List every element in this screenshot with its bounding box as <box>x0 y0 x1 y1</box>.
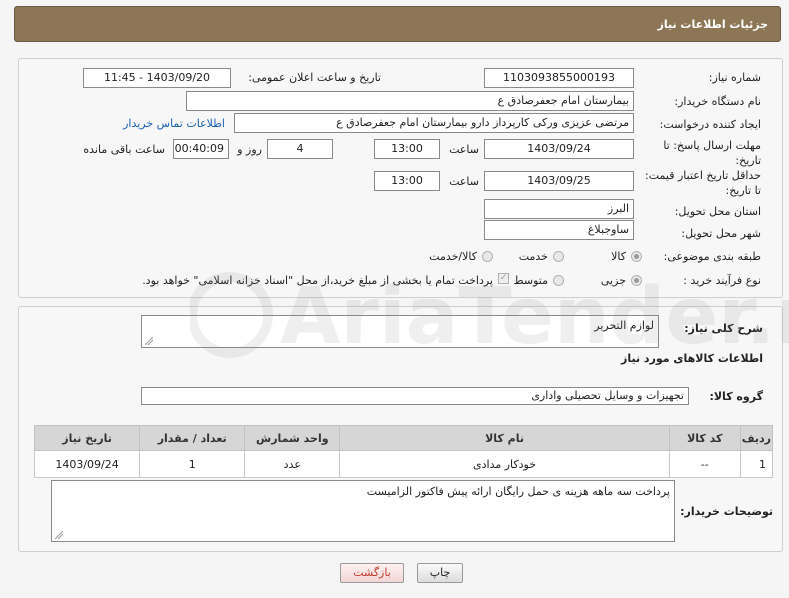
days-label: روز و <box>237 143 262 156</box>
need-number-label: شماره نیاز: <box>708 71 761 84</box>
cell-quantity: 1 <box>139 450 246 478</box>
col-goods-code: کد کالا <box>668 425 741 451</box>
remaining-time-label: ساعت باقی مانده <box>83 143 165 156</box>
price-date-field: 1403/09/25 <box>484 171 634 191</box>
goods-table-header: ردیف کد کالا نام کالا واحد شمارش تعداد /… <box>33 425 774 451</box>
purchase-radio-medium[interactable] <box>553 275 564 286</box>
col-need-date: تاریخ نیاز <box>33 425 141 451</box>
cell-need-date: 1403/09/24 <box>33 450 141 478</box>
cell-unit: عدد <box>244 450 341 478</box>
summary-label: شرح کلی نیاز: <box>684 322 763 335</box>
category-radio-goods[interactable] <box>631 251 642 262</box>
need-number-field: 1103093855000193 <box>484 68 634 88</box>
print-button[interactable]: چاپ <box>417 563 463 583</box>
category-label: طبقه بندی موضوعی: <box>663 250 761 263</box>
purchase-option-medium: متوسط <box>513 274 548 287</box>
category-option-goods-service: کالا/خدمت <box>429 250 477 263</box>
treasury-payment-checkbox[interactable]: ✓ <box>498 273 509 284</box>
col-quantity: تعداد / مقدار <box>139 425 246 451</box>
table-row: 1 -- خودکار مدادی عدد 1 1403/09/24 <box>33 450 774 478</box>
category-option-service: خدمت <box>518 250 548 263</box>
col-goods-name: نام کالا <box>339 425 670 451</box>
reply-date-field: 1403/09/24 <box>484 139 634 159</box>
goods-group-field: تجهیزات و وسایل تحصیلی واداری <box>141 387 689 405</box>
resize-grip-icon[interactable] <box>145 337 153 345</box>
resize-grip-icon[interactable] <box>55 531 63 539</box>
requester-label: ایجاد کننده درخواست: <box>659 118 761 131</box>
buyer-notes-field: پرداخت سه ماهه هزینه ی حمل رایگان ارائه … <box>51 480 675 542</box>
city-field: ساوجبلاغ <box>484 220 634 240</box>
purchase-option-minor: جزیی <box>600 274 626 287</box>
buyer-contact-link[interactable]: اطلاعات تماس خریدار <box>123 117 225 130</box>
goods-table: ردیف کد کالا نام کالا واحد شمارش تعداد /… <box>33 425 774 478</box>
announce-datetime-field: 1403/09/20 - 11:45 <box>83 68 231 88</box>
remaining-time-field: 00:40:09 <box>173 139 229 159</box>
col-unit: واحد شمارش <box>244 425 341 451</box>
reply-deadline-label: مهلت ارسال پاسخ: تا تاریخ: <box>663 139 761 167</box>
price-validity-label: حداقل تاریخ اعتبار قیمت: تا تاریخ: <box>645 169 761 197</box>
page-title: جزئیات اطلاعات نیاز <box>657 18 769 31</box>
buyer-notes-value: پرداخت سه ماهه هزینه ی حمل رایگان ارائه … <box>366 485 670 498</box>
purchase-radio-minor[interactable] <box>631 275 642 286</box>
cell-goods-name: خودکار مدادی <box>339 450 670 478</box>
cell-goods-code: -- <box>668 450 741 478</box>
remaining-days-field: 4 <box>267 139 333 159</box>
payment-note: پرداخت تمام یا بخشی از مبلغ خرید،از محل … <box>142 274 493 287</box>
category-option-goods: کالا <box>611 250 626 263</box>
cell-row-number: 1 <box>739 450 774 478</box>
purchase-type-label: نوع فرآیند خرید : <box>683 274 761 287</box>
requester-field: مرتضی عزیزی ورکی کارپرداز دارو بیمارستان… <box>234 113 634 133</box>
reply-time-label: ساعت <box>449 143 479 156</box>
category-radio-goods-service[interactable] <box>482 251 493 262</box>
price-time-field: 13:00 <box>374 171 440 191</box>
city-label: شهر محل تحویل: <box>681 227 761 240</box>
goods-info-title: اطلاعات کالاهای مورد نیاز <box>621 352 763 365</box>
buyer-org-label: نام دستگاه خریدار: <box>674 95 761 108</box>
announce-datetime-label: تاریخ و ساعت اعلان عمومی: <box>248 71 381 84</box>
summary-value: لوازم التحریر <box>594 319 654 332</box>
col-row-number: ردیف <box>739 425 774 451</box>
buyer-notes-label: توضیحات خریدار: <box>680 505 773 518</box>
buyer-org-field: بیمارستان امام جعفرصادق ع <box>186 91 634 111</box>
back-button[interactable]: بازگشت <box>340 563 404 583</box>
province-label: استان محل تحویل: <box>674 205 761 218</box>
summary-field: لوازم التحریر <box>141 315 659 348</box>
price-time-label: ساعت <box>449 175 479 188</box>
reply-time-field: 13:00 <box>374 139 440 159</box>
province-field: البرز <box>484 199 634 219</box>
page-header: جزئیات اطلاعات نیاز <box>14 6 781 42</box>
goods-group-label: گروه کالا: <box>709 390 763 403</box>
category-radio-service[interactable] <box>553 251 564 262</box>
